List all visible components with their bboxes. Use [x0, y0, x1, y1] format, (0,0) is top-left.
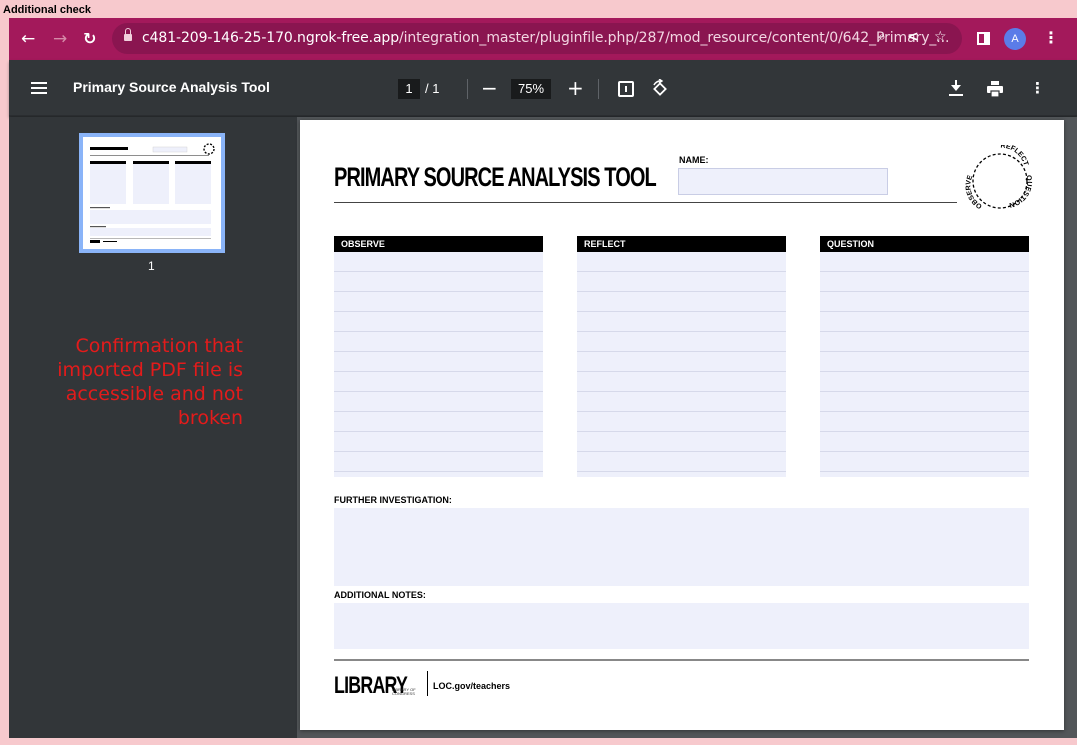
- url-path: /integration_master/pluginfile.php/287/m…: [399, 30, 950, 46]
- zoom-input[interactable]: 75%: [511, 79, 551, 99]
- footer-link[interactable]: LOC.gov/teachers: [433, 681, 510, 691]
- svg-text:OBSERVE: OBSERVE: [965, 174, 983, 210]
- thumbnail-preview: [90, 143, 215, 243]
- side-panel-icon[interactable]: [977, 32, 990, 45]
- pdf-toolbar: Primary Source Analysis Tool 1 / 1 − 75%…: [9, 60, 1077, 116]
- menu-icon[interactable]: [31, 82, 47, 94]
- page-label: Additional check: [3, 4, 92, 16]
- lock-icon: [124, 28, 132, 42]
- seal-question: QUESTION: [1008, 175, 1032, 208]
- back-arrow-icon[interactable]: ←: [21, 29, 35, 49]
- share-icon[interactable]: <: [907, 29, 919, 45]
- browser-menu-icon[interactable]: ⋮: [1043, 28, 1059, 47]
- zoom-in-icon[interactable]: +: [567, 76, 584, 100]
- pdf-more-icon[interactable]: ⋮: [1030, 79, 1045, 97]
- annotation-note: Confirmation that imported PDF file is a…: [57, 335, 243, 429]
- url-text[interactable]: c481-209-146-25-170.ngrok-free.app/integ…: [142, 30, 949, 46]
- page-number-input[interactable]: 1: [398, 79, 420, 99]
- thumbnail-sidebar: 1 Confirmation that imported PDF file is…: [9, 117, 297, 738]
- further-investigation-field[interactable]: [334, 508, 1029, 586]
- browser-toolbar: ← → ↻ c481-209-146-25-170.ngrok-free.app…: [9, 18, 1077, 60]
- toolbar-divider: [467, 79, 468, 99]
- pdf-heading: PRIMARY SOURCE ANALYSIS TOOL: [334, 162, 657, 192]
- additional-notes-label: ADDITIONAL NOTES:: [334, 590, 426, 600]
- name-label: NAME:: [679, 155, 709, 165]
- seal-reflect: REFLECT: [1000, 145, 1029, 167]
- svg-text:QUESTION: QUESTION: [1008, 175, 1032, 208]
- rotate-icon[interactable]: [650, 79, 670, 99]
- zoom-out-icon[interactable]: −: [481, 76, 498, 100]
- library-logo-subtext: LIBRARY OF CONGRESS: [392, 687, 416, 696]
- question-field[interactable]: [820, 252, 1029, 477]
- toolbar-divider: [598, 79, 599, 99]
- profile-avatar[interactable]: A: [1004, 28, 1026, 50]
- thumbnail-page-number: 1: [148, 259, 155, 273]
- download-icon[interactable]: [949, 80, 963, 98]
- print-icon[interactable]: [987, 81, 1003, 97]
- name-field[interactable]: [678, 168, 888, 195]
- column-header-observe: OBSERVE: [334, 236, 543, 252]
- svg-text:REFLECT: REFLECT: [1000, 145, 1029, 167]
- zoom-magnifier-icon[interactable]: ⌕: [878, 29, 886, 45]
- footer-rule: [334, 659, 1029, 661]
- bookmark-star-icon[interactable]: ☆: [934, 29, 947, 45]
- reflect-field[interactable]: [577, 252, 786, 477]
- forward-arrow-icon[interactable]: →: [53, 29, 67, 49]
- url-host: c481-209-146-25-170.ngrok-free.app: [142, 30, 399, 46]
- observe-field[interactable]: [334, 252, 543, 477]
- page-total: / 1: [425, 81, 440, 96]
- page-thumbnail[interactable]: [79, 133, 225, 253]
- browser-window: ← → ↻ c481-209-146-25-170.ngrok-free.app…: [9, 18, 1077, 738]
- footer-divider: [427, 671, 428, 696]
- seal-observe: OBSERVE: [965, 174, 983, 210]
- reload-icon[interactable]: ↻: [83, 29, 96, 49]
- address-bar[interactable]: c481-209-146-25-170.ngrok-free.app/integ…: [112, 23, 962, 54]
- document-title: Primary Source Analysis Tool: [73, 79, 270, 95]
- pdf-document-area[interactable]: PRIMARY SOURCE ANALYSIS TOOL NAME: REFLE…: [297, 117, 1077, 738]
- further-investigation-label: FURTHER INVESTIGATION:: [334, 495, 452, 505]
- title-rule: [334, 202, 957, 203]
- column-header-question: QUESTION: [820, 236, 1029, 252]
- additional-notes-field[interactable]: [334, 603, 1029, 649]
- fit-to-page-icon[interactable]: [618, 81, 634, 97]
- observe-reflect-question-seal: REFLECT QUESTION OBSERVE: [965, 145, 1032, 210]
- column-header-reflect: REFLECT: [577, 236, 786, 252]
- pdf-page: PRIMARY SOURCE ANALYSIS TOOL NAME: REFLE…: [300, 120, 1064, 730]
